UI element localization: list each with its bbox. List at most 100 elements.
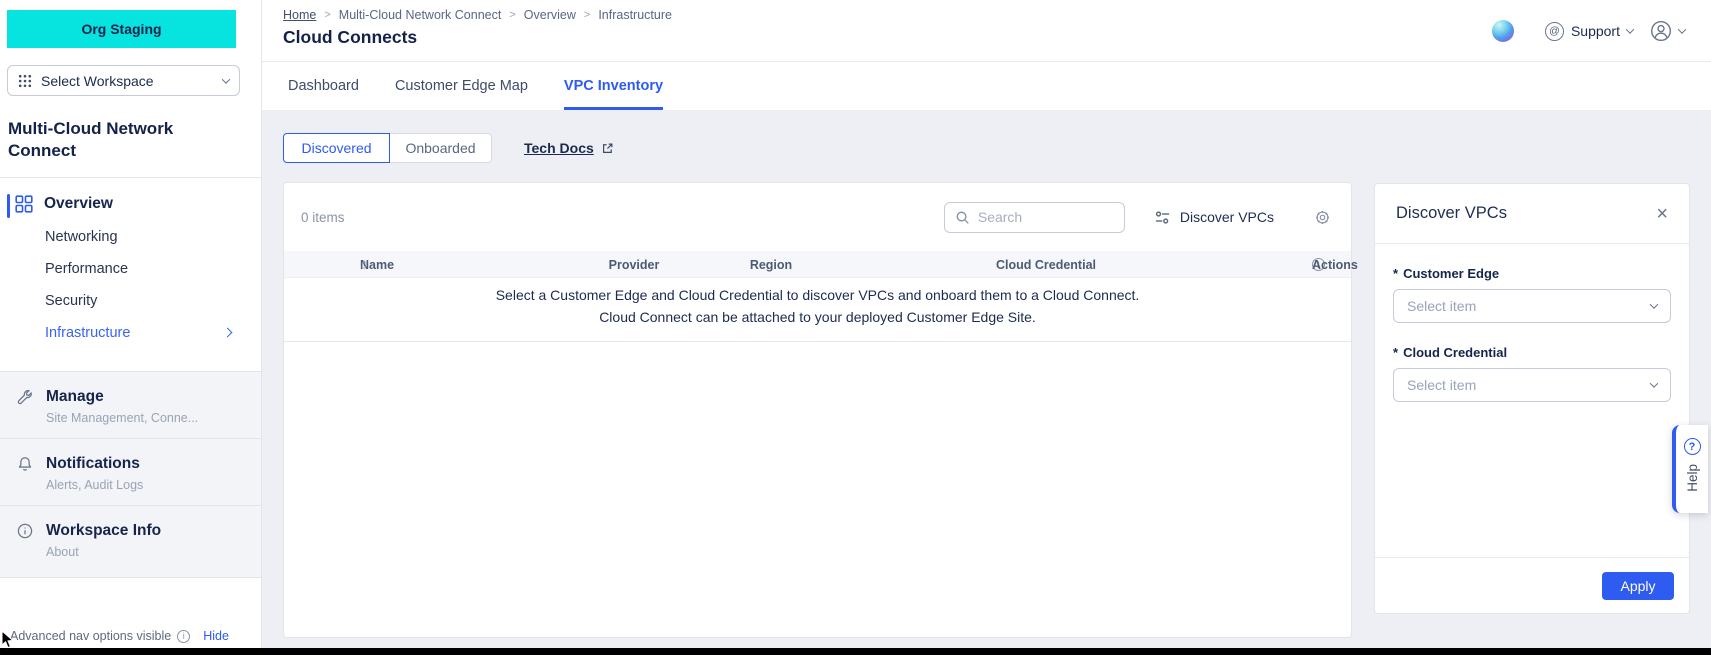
table-settings-button[interactable] — [1314, 209, 1331, 226]
sidebar-section-sublabel: Site Management, Conne... — [46, 411, 245, 425]
info-icon: i — [177, 630, 190, 643]
breadcrumb-home[interactable]: Home — [283, 8, 316, 22]
breadcrumb-item[interactable]: Overview — [524, 8, 576, 22]
sidebar-item-networking[interactable]: Networking — [45, 221, 261, 253]
cloud-credential-select[interactable]: Select item — [1393, 368, 1671, 402]
main-header: Home > Multi-Cloud Network Connect > Ove… — [262, 0, 1711, 62]
discover-vpcs-button[interactable]: Discover VPCs — [1154, 209, 1274, 226]
help-tab[interactable]: ? Help — [1672, 425, 1708, 513]
content-area: Discovered Onboarded Tech Docs 0 items — [262, 110, 1711, 655]
breadcrumb: Home > Multi-Cloud Network Connect > Ove… — [283, 8, 672, 22]
chevron-right-icon — [223, 328, 233, 338]
bell-icon — [16, 455, 34, 473]
sidebar-item-performance[interactable]: Performance — [45, 253, 261, 285]
assistant-orb-icon[interactable] — [1492, 20, 1514, 42]
settings-adjust-icon — [1154, 209, 1171, 226]
tab-customer-edge-map[interactable]: Customer Edge Map — [395, 62, 528, 110]
breadcrumb-item: Infrastructure — [598, 8, 672, 22]
search-icon — [955, 210, 970, 225]
breadcrumb-separator: > — [584, 9, 590, 21]
select-placeholder: Select item — [1407, 298, 1476, 314]
panel-title: Discover VPCs — [1396, 204, 1507, 223]
support-label: Support — [1571, 23, 1620, 39]
chevron-down-icon — [1678, 25, 1686, 33]
table-header-row: Name Provider Region Cloud Credential Ac… — [284, 251, 1351, 278]
sidebar-item-workspace-info[interactable]: Workspace Info About — [0, 505, 261, 578]
sidebar-item-label: Infrastructure — [45, 325, 130, 341]
breadcrumb-separator: > — [509, 9, 515, 21]
search-box — [944, 202, 1125, 233]
wrench-icon — [16, 388, 34, 406]
sidebar-item-infrastructure[interactable]: Infrastructure — [45, 317, 261, 349]
sub-toolbar: Discovered Onboarded Tech Docs — [283, 133, 614, 163]
search-input[interactable] — [978, 209, 1098, 225]
chevron-down-icon — [1650, 300, 1658, 308]
apply-button[interactable]: Apply — [1602, 572, 1674, 600]
sidebar-section-label: Notifications — [46, 454, 140, 474]
field-label: Cloud Credential — [1403, 345, 1507, 360]
column-header-provider: Provider — [584, 251, 684, 278]
tab-dashboard[interactable]: Dashboard — [288, 62, 359, 110]
sidebar-section-sublabel: Alerts, Audit Logs — [46, 478, 245, 492]
help-question-icon: ? — [1684, 438, 1701, 455]
info-circle-icon — [16, 522, 34, 540]
support-menu[interactable]: @ Support — [1545, 22, 1633, 41]
advanced-nav-text: Advanced nav options visible — [10, 629, 171, 643]
sidebar-item-label: Overview — [44, 195, 113, 213]
required-asterisk: * — [1393, 266, 1398, 281]
close-icon[interactable]: × — [1656, 204, 1668, 224]
sidebar-item-overview[interactable]: Overview — [0, 178, 261, 215]
column-header-cloud-credential: Cloud Credential — [966, 251, 1126, 278]
sidebar-section-label: Workspace Info — [46, 521, 161, 541]
chevron-down-icon — [1626, 25, 1634, 33]
page-title: Cloud Connects — [283, 27, 417, 48]
sidebar-section-label: Manage — [46, 387, 104, 407]
hide-link[interactable]: Hide — [203, 629, 229, 643]
segment-discovered[interactable]: Discovered — [283, 133, 390, 163]
advanced-nav-footer: Advanced nav options visible i Hide — [0, 629, 261, 643]
grid-dots-icon — [18, 74, 32, 88]
user-menu[interactable] — [1650, 20, 1685, 42]
customer-edge-select[interactable]: Select item — [1393, 289, 1671, 323]
sidebar-item-manage[interactable]: Manage Site Management, Conne... — [0, 371, 261, 438]
help-label: Help — [1685, 464, 1700, 492]
tab-vpc-inventory[interactable]: VPC Inventory — [564, 62, 663, 110]
tech-docs-link[interactable]: Tech Docs — [524, 140, 614, 156]
column-header-region: Region — [721, 251, 821, 278]
items-count: 0 items — [301, 210, 345, 225]
breadcrumb-item[interactable]: Multi-Cloud Network Connect — [339, 8, 502, 22]
empty-state-message: Select a Customer Edge and Cloud Credent… — [284, 278, 1351, 342]
required-asterisk: * — [1393, 345, 1398, 360]
window-bottom-bar — [0, 648, 1711, 655]
discover-vpcs-panel: Discover VPCs × * Customer Edge Select i… — [1374, 183, 1690, 614]
empty-state-line2: Cloud Connect can be attached to your de… — [314, 307, 1321, 329]
tab-bar: Dashboard Customer Edge Map VPC Inventor… — [262, 62, 1711, 110]
cloud-credential-field: * Cloud Credential Select item — [1393, 345, 1671, 402]
external-link-icon — [601, 142, 614, 155]
mouse-cursor — [1, 631, 15, 654]
chevron-down-icon — [222, 75, 230, 83]
overview-subnav: Networking Performance Security Infrastr… — [0, 215, 261, 371]
workspace-title: Multi-Cloud Network Connect — [8, 118, 235, 163]
sidebar-section-sublabel: About — [46, 545, 245, 559]
org-staging-button[interactable]: Org Staging — [7, 10, 236, 48]
sidebar-item-notifications[interactable]: Notifications Alerts, Audit Logs — [0, 438, 261, 505]
sort-icon — [360, 251, 368, 278]
segment-onboarded[interactable]: Onboarded — [390, 133, 492, 163]
breadcrumb-separator: > — [324, 9, 330, 21]
grid-squares-icon — [15, 195, 33, 213]
chevron-down-icon — [1650, 379, 1658, 387]
select-placeholder: Select item — [1407, 377, 1476, 393]
discover-vpcs-label: Discover VPCs — [1180, 209, 1274, 225]
column-header-actions: Actions i — [1312, 251, 1325, 278]
support-at-icon: @ — [1545, 22, 1564, 41]
vpc-table-card: 0 items — [283, 182, 1352, 638]
workspace-selector[interactable]: Select Workspace — [7, 65, 240, 96]
sidebar-item-security[interactable]: Security — [45, 285, 261, 317]
customer-edge-field: * Customer Edge Select item — [1393, 266, 1671, 323]
table-toolbar: 0 items — [284, 183, 1351, 251]
workspace-selector-label: Select Workspace — [41, 73, 154, 89]
tech-docs-label: Tech Docs — [524, 140, 594, 156]
user-avatar-icon — [1650, 20, 1672, 42]
field-label: Customer Edge — [1403, 266, 1499, 281]
